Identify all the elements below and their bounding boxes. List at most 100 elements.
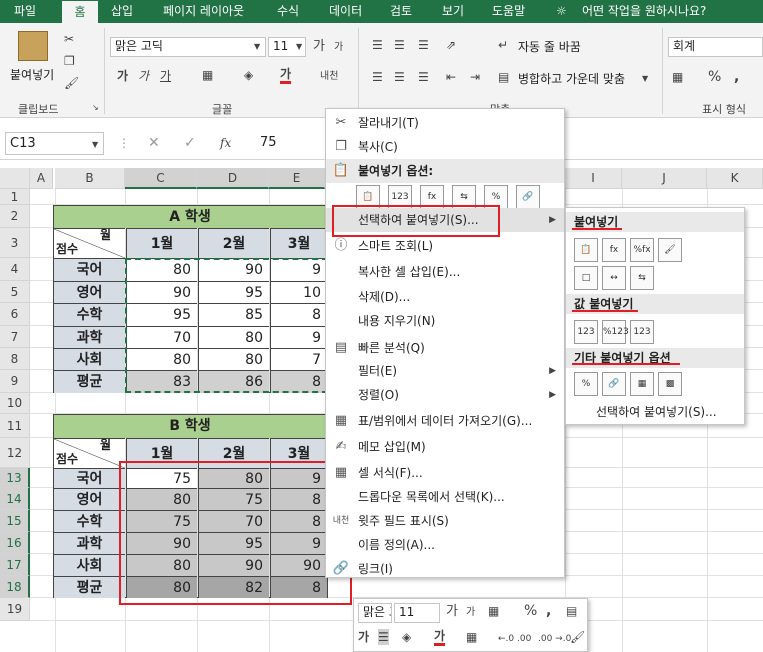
comma-button[interactable]: , — [734, 69, 739, 85]
row-header[interactable]: 4 — [0, 258, 30, 281]
merge-center-button[interactable]: 병합하고 가운데 맞춤 — [518, 70, 625, 87]
bold-button[interactable]: 가 — [117, 68, 128, 84]
align-middle-icon[interactable]: ☰ — [394, 37, 405, 53]
row-header[interactable]: 8 — [0, 348, 30, 370]
row-header[interactable]: 12 — [0, 438, 30, 468]
insert-function-button[interactable]: fx — [220, 135, 231, 151]
paste-formatting-icon[interactable]: % — [574, 372, 598, 396]
mini-format-painter-icon[interactable]: 🖌 — [570, 629, 585, 645]
column-header-a[interactable]: A — [30, 168, 53, 189]
column-header-j[interactable]: J — [622, 168, 707, 189]
paste-column-widths-icon[interactable]: ↔ — [602, 266, 626, 290]
column-header-k[interactable]: K — [707, 168, 763, 189]
paste-formulas-icon[interactable]: fx — [602, 238, 626, 262]
row-header[interactable]: 5 — [0, 281, 30, 303]
paste-transpose-icon[interactable]: ⇆ — [630, 266, 654, 290]
currency-icon[interactable]: ▦ — [672, 69, 683, 85]
mini-percent-button[interactable]: % — [524, 603, 537, 619]
menu-cut[interactable]: ✂ 잘라내기(T) — [326, 111, 564, 135]
row-header[interactable]: 13 — [0, 468, 30, 488]
menu-phonetic[interactable]: 내천 윗주 필드 표시(S) — [326, 509, 564, 533]
mini-center-icon[interactable]: ☰ — [378, 629, 389, 645]
row-header[interactable]: 14 — [0, 488, 30, 510]
paste-values-icon[interactable]: 123 — [574, 320, 598, 344]
menu-clear-contents[interactable]: 내용 지우기(N) — [326, 309, 564, 333]
merge-icon[interactable]: ▤ — [498, 69, 509, 85]
font-name-select[interactable]: 맑은 고딕 — [110, 37, 266, 57]
menu-filter[interactable]: 필터(E) ▶ — [326, 359, 564, 383]
column-header-b[interactable]: B — [55, 168, 125, 189]
wrap-text-icon[interactable]: ↵ — [498, 37, 508, 53]
orientation-icon[interactable]: ⇗ — [446, 37, 456, 53]
menu-format-cells[interactable]: ▦ 셀 서식(F)... — [326, 461, 564, 485]
paste-all-icon[interactable]: 📋 — [574, 238, 598, 262]
tab-formulas[interactable]: 수식 — [277, 0, 299, 23]
chevron-down-icon[interactable]: ▼ — [254, 39, 260, 55]
row-header[interactable]: 9 — [0, 370, 30, 393]
align-bottom-icon[interactable]: ☰ — [418, 37, 429, 53]
tab-page-layout[interactable]: 페이지 레이아웃 — [163, 0, 244, 23]
tab-review[interactable]: 검토 — [390, 0, 412, 23]
paste-linked-picture-icon[interactable]: ▩ — [658, 372, 682, 396]
menu-insert-comment[interactable]: ✍ 메모 삽입(M) — [326, 435, 564, 459]
tab-file[interactable]: 파일 — [14, 0, 36, 23]
tab-insert[interactable]: 삽입 — [111, 0, 133, 23]
align-right-icon[interactable]: ☰ — [418, 69, 429, 85]
paste-link-icon[interactable]: 🔗 — [602, 372, 626, 396]
border-icon[interactable]: ▦ — [202, 67, 213, 83]
wrap-text-button[interactable]: 자동 줄 바꿈 — [518, 38, 581, 55]
font-shrink-button[interactable]: 가 — [334, 40, 343, 56]
align-top-icon[interactable]: ☰ — [372, 37, 383, 53]
column-header-c[interactable]: C — [125, 168, 197, 189]
paste-picture-icon[interactable]: ▦ — [630, 372, 654, 396]
number-format-select[interactable]: 회계 — [668, 37, 763, 57]
tab-home[interactable]: 홈 — [62, 0, 98, 23]
mini-font-select[interactable]: 맑은 고딕 — [358, 603, 392, 623]
chevron-down-icon[interactable]: ▼ — [92, 137, 98, 153]
row-header[interactable]: 1 — [0, 189, 30, 205]
italic-button[interactable]: 가 — [138, 68, 149, 84]
menu-pick-from-list[interactable]: 드롭다운 목록에서 선택(K)... — [326, 485, 564, 509]
row-header[interactable]: 11 — [0, 414, 30, 438]
mini-increase-decimal-button[interactable]: ←.0 .00 — [498, 631, 531, 647]
format-painter-icon[interactable]: 🖌 — [64, 75, 79, 91]
enter-icon[interactable]: ✓ — [184, 135, 196, 151]
name-box[interactable]: C13 — [5, 132, 104, 155]
menu-link[interactable]: 🔗 링크(I) — [326, 557, 564, 581]
row-header[interactable]: 16 — [0, 532, 30, 554]
mini-comma-button[interactable]: , — [546, 603, 551, 619]
cancel-icon[interactable]: ✕ — [148, 135, 160, 151]
chevron-down-icon[interactable]: ▼ — [642, 71, 648, 87]
dialog-launcher-icon[interactable]: ↘ — [92, 103, 99, 112]
row-header[interactable]: 15 — [0, 510, 30, 532]
mini-font-color-button[interactable]: 가 — [434, 629, 446, 646]
increase-indent-icon[interactable]: ⇥ — [470, 69, 480, 85]
tell-me-search[interactable]: 어떤 작업을 원하시나요? — [582, 0, 706, 23]
decrease-indent-icon[interactable]: ⇤ — [446, 69, 456, 85]
menu-define-name[interactable]: 이름 정의(A)... — [326, 533, 564, 557]
tab-help[interactable]: 도움말 — [492, 0, 525, 23]
row-header[interactable]: 6 — [0, 303, 30, 326]
mini-border-icon[interactable]: ▦ — [466, 629, 477, 645]
paste-formulas-number-format-icon[interactable]: %fx — [630, 238, 654, 262]
chevron-down-icon[interactable]: ▼ — [296, 39, 302, 55]
column-header-d[interactable]: D — [197, 168, 269, 189]
menu-delete[interactable]: 삭제(D)... — [326, 285, 564, 309]
mini-format-table-icon[interactable]: ▤ — [566, 603, 577, 619]
paste-link-icon[interactable]: 🔗 — [516, 185, 540, 209]
column-header-e[interactable]: E — [269, 168, 325, 189]
percent-button[interactable]: % — [708, 69, 721, 85]
tab-data[interactable]: 데이터 — [329, 0, 362, 23]
copy-icon[interactable]: ❐ — [64, 53, 75, 69]
mini-decrease-decimal-button[interactable]: .00 →.0 — [538, 631, 571, 647]
mini-grow-button[interactable]: 가 — [446, 604, 458, 620]
paste-keep-source-icon[interactable]: 🖌 — [658, 238, 682, 262]
menu-sort[interactable]: 정렬(O) ▶ — [326, 383, 564, 407]
submenu-paste-special-item[interactable]: 선택하여 붙여넣기(S)... — [566, 400, 744, 424]
mini-shrink-button[interactable]: 가 — [466, 605, 475, 621]
font-color-button[interactable]: 가 — [280, 67, 292, 84]
row-header[interactable]: 18 — [0, 576, 30, 598]
select-all-corner[interactable] — [0, 168, 30, 189]
mini-currency-icon[interactable]: ▦ — [488, 603, 499, 619]
row-header[interactable]: 17 — [0, 554, 30, 576]
